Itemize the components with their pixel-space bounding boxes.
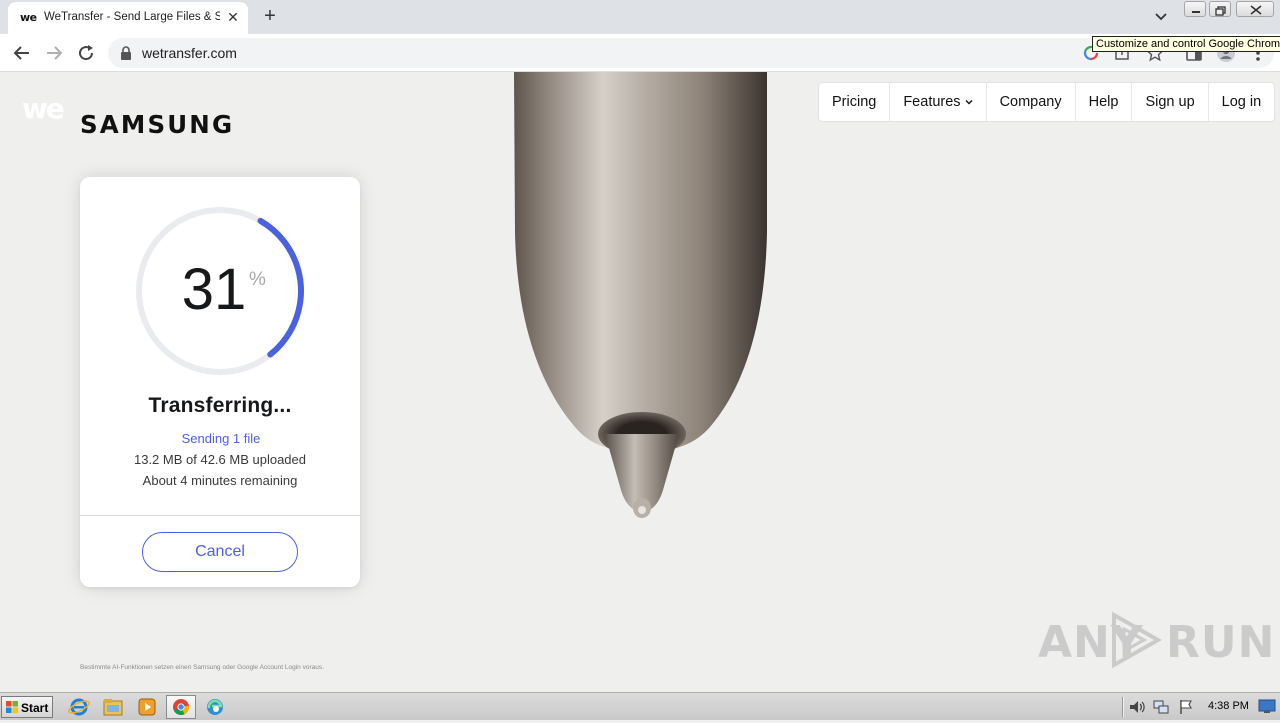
tray-separator <box>1122 697 1124 717</box>
progress-percent-unit: % <box>249 269 266 290</box>
nav-pricing-label: Pricing <box>832 94 877 110</box>
logo-text: we <box>22 96 64 124</box>
nav-help[interactable]: Help <box>1076 83 1133 121</box>
browser-tab-strip: we WeTransfer - Send Large Files & Sha ✕… <box>0 0 1280 34</box>
tab-title: WeTransfer - Send Large Files & Sha <box>44 11 220 23</box>
menu-tooltip: Customize and control Google Chrome <box>1092 36 1280 52</box>
nav-sign-up[interactable]: Sign up <box>1132 83 1209 121</box>
action-center-flag-icon[interactable] <box>1177 698 1195 716</box>
panel-divider <box>80 515 360 516</box>
forward-arrow-icon[interactable] <box>42 41 66 65</box>
windows-logo-icon <box>6 701 18 713</box>
volume-icon[interactable] <box>1128 698 1146 716</box>
nav-features-label: Features <box>903 94 961 110</box>
internet-explorer-icon[interactable] <box>66 695 92 719</box>
window-close-button[interactable] <box>1236 1 1274 17</box>
nav-features[interactable]: Features <box>890 83 987 121</box>
nav-log-in[interactable]: Log in <box>1209 83 1275 121</box>
edge-icon[interactable] <box>202 695 228 719</box>
tab-search-chevron-icon[interactable] <box>1150 6 1172 28</box>
lock-icon[interactable] <box>120 46 132 60</box>
s-pen-illustration <box>514 72 767 518</box>
window-restore-button[interactable] <box>1209 1 1231 17</box>
back-arrow-icon[interactable] <box>10 41 34 65</box>
progress-percent: 31 <box>181 257 247 322</box>
nav-company-label: Company <box>999 94 1062 110</box>
show-desktop-icon[interactable] <box>1258 698 1276 714</box>
watermark-text-right: RUN <box>1166 617 1276 668</box>
nav-company[interactable]: Company <box>987 83 1076 121</box>
uploaded-size-text: 13.2 MB of 42.6 MB uploaded <box>133 452 306 467</box>
reload-icon[interactable] <box>74 41 98 65</box>
chrome-taskbar-button[interactable] <box>166 695 196 719</box>
wetransfer-logo-icon[interactable]: we <box>22 96 72 124</box>
file-explorer-icon[interactable] <box>100 695 126 719</box>
media-player-icon[interactable] <box>134 695 160 719</box>
browser-toolbar: wetransfer.com <box>0 34 1280 72</box>
time-remaining-text: About 4 minutes remaining <box>142 473 298 488</box>
windows-taskbar: Start 4:38 PM <box>0 692 1280 720</box>
site-navigation: Pricing Features Company Help Sign up Lo… <box>818 82 1276 122</box>
browser-tab[interactable]: we WeTransfer - Send Large Files & Sha ✕ <box>8 2 248 34</box>
play-triangle-icon <box>1112 611 1163 669</box>
new-tab-button[interactable]: + <box>258 5 282 29</box>
nav-help-label: Help <box>1088 94 1119 110</box>
nav-pricing[interactable]: Pricing <box>819 83 891 121</box>
sending-files-link[interactable]: Sending 1 file <box>80 431 362 446</box>
window-minimize-button[interactable] <box>1184 1 1206 17</box>
ai-disclaimer-text: Bestimmte AI-Funktionen setzen einen Sam… <box>80 664 324 671</box>
page-viewport: we SAMSUNG Pricing Features Company Help… <box>0 72 1280 692</box>
chevron-down-icon <box>965 100 973 105</box>
chrome-icon <box>173 699 190 715</box>
start-label: Start <box>21 701 49 715</box>
transfer-status-title: Transferring... <box>148 394 292 417</box>
tab-close-icon[interactable]: ✕ <box>224 8 242 26</box>
start-button[interactable]: Start <box>1 696 53 718</box>
cancel-button[interactable]: Cancel <box>142 532 298 572</box>
partner-brand-logo[interactable]: SAMSUNG <box>80 110 234 139</box>
wetransfer-favicon-icon: we <box>20 11 37 24</box>
taskbar-clock[interactable]: 4:38 PM <box>1208 700 1249 712</box>
transfer-progress-panel: 31 % Transferring... Sending 1 file 13.2… <box>80 177 360 587</box>
nav-sign-up-label: Sign up <box>1145 94 1195 110</box>
network-icon[interactable] <box>1152 698 1170 716</box>
nav-log-in-label: Log in <box>1221 94 1262 110</box>
url-text[interactable]: wetransfer.com <box>142 45 237 61</box>
